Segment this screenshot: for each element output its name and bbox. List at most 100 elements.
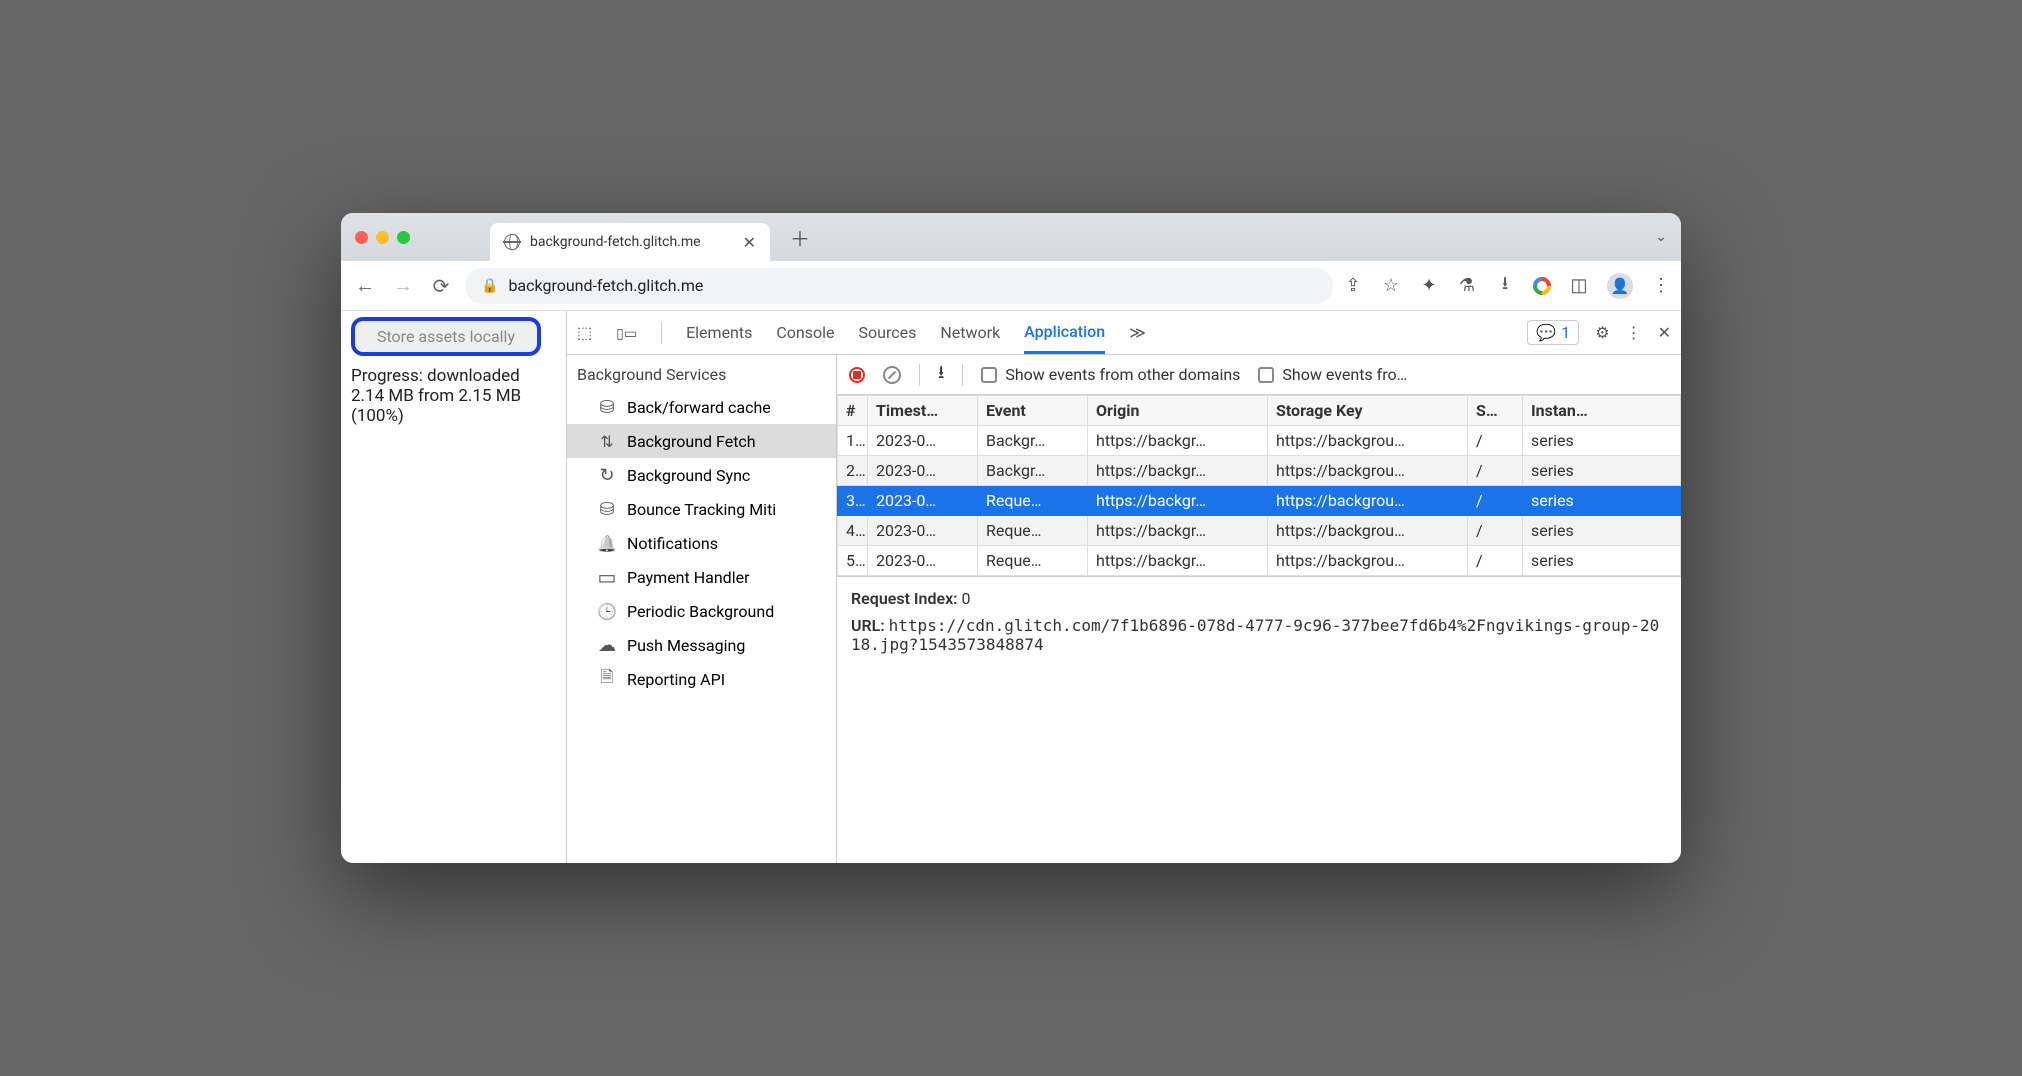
sidebar-item-background-fetch[interactable]: Background Fetch	[567, 424, 836, 458]
col-number[interactable]: #	[838, 396, 868, 426]
new-tab-button[interactable]: ＋	[790, 223, 810, 252]
cell-sk: https://backgrou…	[1268, 426, 1468, 456]
google-icon[interactable]	[1533, 277, 1551, 295]
cell-sc: /	[1468, 456, 1523, 486]
request-index-value: 0	[962, 589, 971, 608]
col-origin[interactable]: Origin	[1088, 396, 1268, 426]
url-value: https://cdn.glitch.com/7f1b6896-078d-477…	[851, 616, 1659, 654]
device-toolbar-icon[interactable]	[616, 323, 637, 342]
maximize-window-button[interactable]	[397, 231, 410, 244]
col-storage-key[interactable]: Storage Key	[1268, 396, 1468, 426]
share-icon[interactable]: ⇪	[1343, 275, 1363, 296]
url-input[interactable]: 🔒 background-fetch.glitch.me	[465, 268, 1333, 304]
inspect-element-icon[interactable]	[577, 323, 592, 342]
cell-num: 3.	[838, 486, 868, 516]
col-event[interactable]: Event	[978, 396, 1088, 426]
show-other-domains-checkbox[interactable]: Show events from other domains	[981, 365, 1240, 384]
col-timestamp[interactable]: Timest…	[868, 396, 978, 426]
profile-avatar[interactable]: 👤	[1607, 273, 1633, 299]
traffic-lights	[355, 231, 410, 244]
issues-badge[interactable]: 💬 1	[1527, 320, 1579, 345]
sidebar-item-push-messaging[interactable]: Push Messaging	[567, 628, 836, 662]
event-details: Request Index: 0 URL: https://cdn.glitch…	[837, 576, 1681, 674]
save-events-icon[interactable]	[938, 360, 944, 390]
sidebar-item-label: Background Sync	[627, 466, 750, 485]
devtools-menu-icon[interactable]: ⋮	[1626, 323, 1642, 342]
cell-ev: Reque…	[978, 516, 1088, 546]
tab-application[interactable]: Application	[1024, 312, 1105, 354]
table-row[interactable]: 1.2023-0…Backgr…https://backgr…https://b…	[838, 426, 1681, 456]
close-window-button[interactable]	[355, 231, 368, 244]
cell-or: https://backgr…	[1088, 546, 1268, 576]
cell-num: 4.	[838, 516, 868, 546]
cell-ev: Backgr…	[978, 426, 1088, 456]
sidebar-item-background-sync[interactable]: Background Sync	[567, 458, 836, 492]
tab-sources[interactable]: Sources	[859, 313, 917, 352]
minimize-window-button[interactable]	[376, 231, 389, 244]
tab-network[interactable]: Network	[940, 313, 1000, 352]
cell-sc: /	[1468, 426, 1523, 456]
bookmark-icon[interactable]: ☆	[1381, 275, 1401, 296]
background-fetch-main: Show events from other domains Show even…	[837, 355, 1681, 863]
cell-num: 5.	[838, 546, 868, 576]
col-instance[interactable]: Instan…	[1523, 396, 1681, 426]
settings-gear-icon[interactable]: ⚙	[1595, 323, 1609, 342]
cell-sk: https://backgrou…	[1268, 456, 1468, 486]
back-button[interactable]: ←	[351, 272, 379, 300]
events-table: # Timest… Event Origin Storage Key S… In…	[837, 395, 1681, 576]
sidebar-item-payment-handler[interactable]: Payment Handler	[567, 560, 836, 594]
show-events-from-checkbox[interactable]: Show events fro…	[1258, 365, 1669, 384]
sidepanel-icon[interactable]: ◫	[1569, 275, 1589, 296]
clear-icon[interactable]	[883, 366, 901, 384]
close-devtools-icon[interactable]: ✕	[1658, 323, 1671, 342]
table-row[interactable]: 5.2023-0…Reque…https://backgr…https://ba…	[838, 546, 1681, 576]
application-sidebar: Background Services Back/forward cacheBa…	[567, 355, 837, 863]
request-index-label: Request Index:	[851, 589, 958, 608]
sidebar-item-label: Notifications	[627, 534, 718, 553]
chat-icon: 💬	[1536, 323, 1556, 342]
col-scope[interactable]: S…	[1468, 396, 1523, 426]
sidebar-item-notifications[interactable]: Notifications	[567, 526, 836, 560]
table-row[interactable]: 4.2023-0…Reque…https://backgr…https://ba…	[838, 516, 1681, 546]
sidebar-item-periodic-background[interactable]: Periodic Background	[567, 594, 836, 628]
browser-menu-icon[interactable]: ⋮	[1651, 275, 1671, 296]
reload-button[interactable]: ⟳	[427, 272, 455, 300]
cell-or: https://backgr…	[1088, 516, 1268, 546]
download-icon[interactable]: ⭳	[1495, 271, 1515, 301]
forward-button[interactable]: →	[389, 272, 417, 300]
cell-or: https://backgr…	[1088, 486, 1268, 516]
sync-icon	[597, 465, 617, 485]
card-icon	[597, 567, 617, 587]
table-header-row: # Timest… Event Origin Storage Key S… In…	[838, 396, 1681, 426]
sidebar-item-bounce-tracking-miti[interactable]: Bounce Tracking Miti	[567, 492, 836, 526]
extensions-icon[interactable]: ✦	[1419, 275, 1439, 296]
cell-num: 1.	[838, 426, 868, 456]
url-label: URL:	[851, 616, 885, 635]
sidebar-item-label: Back/forward cache	[627, 398, 771, 417]
close-tab-icon[interactable]: ✕	[743, 233, 756, 252]
table-row[interactable]: 2.2023-0…Backgr…https://backgr…https://b…	[838, 456, 1681, 486]
tab-console[interactable]: Console	[776, 313, 834, 352]
cell-num: 2.	[838, 456, 868, 486]
store-assets-button[interactable]: Store assets locally	[351, 317, 541, 356]
table-row[interactable]: 3.2023-0…Reque…https://backgr…https://ba…	[838, 486, 1681, 516]
cell-sk: https://backgrou…	[1268, 516, 1468, 546]
lock-icon: 🔒	[481, 278, 498, 294]
sidebar-item-label: Push Messaging	[627, 636, 745, 655]
cell-in: series	[1523, 546, 1681, 576]
flask-icon[interactable]: ⚗	[1457, 275, 1477, 296]
browser-tab[interactable]: background-fetch.glitch.me ✕	[490, 223, 770, 261]
cloud-icon	[597, 635, 617, 655]
record-icon[interactable]	[849, 367, 865, 383]
tab-elements[interactable]: Elements	[686, 313, 752, 352]
content-area: Store assets locally Progress: downloade…	[341, 311, 1681, 863]
checkbox-icon	[981, 367, 997, 383]
events-toolbar: Show events from other domains Show even…	[837, 355, 1681, 395]
sidebar-item-back-forward-cache[interactable]: Back/forward cache	[567, 390, 836, 424]
progress-text: Progress: downloaded 2.14 MB from 2.15 M…	[351, 366, 556, 426]
cell-ev: Reque…	[978, 486, 1088, 516]
more-tabs-icon[interactable]: ≫	[1129, 313, 1146, 352]
sidebar-item-reporting-api[interactable]: Reporting API	[567, 662, 836, 696]
tabs-dropdown-icon[interactable]: ⌄	[1655, 229, 1667, 245]
webpage-viewport: Store assets locally Progress: downloade…	[341, 311, 566, 863]
